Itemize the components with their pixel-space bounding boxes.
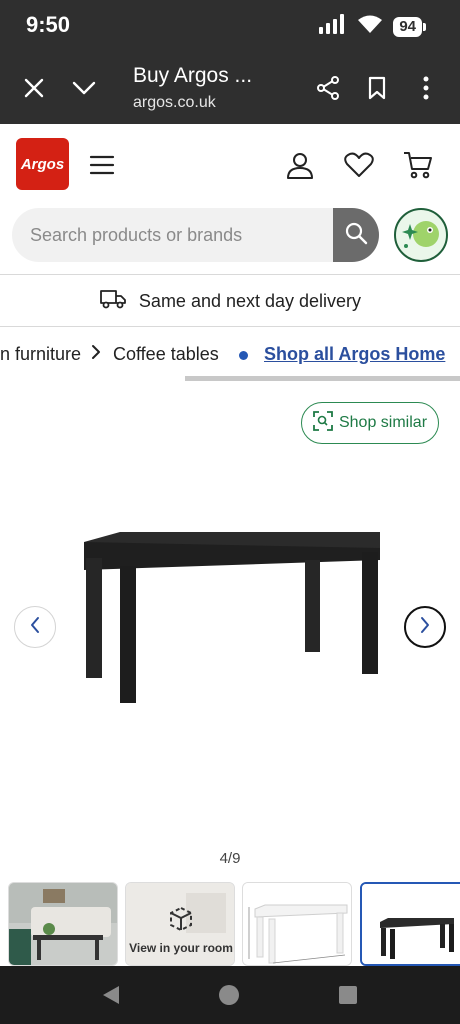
search-icon bbox=[344, 221, 368, 250]
browser-url[interactable]: argos.co.uk bbox=[133, 94, 216, 112]
chevron-down-icon[interactable] bbox=[70, 74, 98, 102]
carousel-prev-button[interactable] bbox=[14, 606, 56, 648]
site-header: Argos bbox=[0, 124, 460, 204]
search-bar bbox=[12, 208, 379, 262]
view-in-room-label: View in your room bbox=[129, 941, 233, 955]
status-icons: 94 bbox=[319, 14, 426, 39]
back-nav-icon[interactable] bbox=[100, 984, 122, 1006]
argos-logo[interactable]: Argos bbox=[16, 138, 69, 190]
divider bbox=[0, 326, 460, 327]
battery-icon: 94 bbox=[393, 16, 426, 37]
signal-icon bbox=[319, 14, 347, 39]
shop-similar-button[interactable]: Shop similar bbox=[301, 402, 439, 444]
ar-cube-icon bbox=[167, 905, 195, 938]
browser-page-title[interactable]: Buy Argos ... bbox=[133, 64, 252, 88]
heart-icon[interactable] bbox=[343, 150, 375, 180]
home-nav-icon[interactable] bbox=[218, 984, 240, 1006]
close-icon[interactable] bbox=[20, 74, 48, 102]
bookmark-icon[interactable] bbox=[363, 74, 391, 102]
chevron-right-icon bbox=[90, 344, 102, 365]
delivery-text: Same and next day delivery bbox=[138, 290, 362, 311]
breadcrumb: n furniture Coffee tables Shop all Argos… bbox=[0, 328, 460, 376]
search-input[interactable] bbox=[30, 208, 330, 262]
browser-toolbar: Buy Argos ... argos.co.uk bbox=[0, 52, 460, 124]
status-bar: 9:50 94 bbox=[0, 0, 460, 52]
battery-level: 94 bbox=[393, 16, 422, 37]
delivery-banner[interactable]: Same and next day delivery bbox=[0, 276, 460, 326]
thumbnail[interactable] bbox=[8, 882, 118, 966]
account-icon[interactable] bbox=[284, 150, 316, 180]
chevron-right-icon bbox=[419, 616, 431, 639]
thumbnail-selected[interactable] bbox=[360, 882, 460, 966]
more-vert-icon[interactable] bbox=[412, 74, 440, 102]
breadcrumb-item[interactable]: n furniture bbox=[0, 344, 81, 365]
thumbnail-strip: View in your room bbox=[0, 880, 460, 966]
share-icon[interactable] bbox=[314, 74, 342, 102]
truck-icon bbox=[99, 288, 127, 315]
breadcrumb-scrollbar[interactable] bbox=[185, 376, 460, 381]
ai-assistant-avatar[interactable] bbox=[394, 208, 448, 262]
cart-icon[interactable] bbox=[402, 150, 434, 180]
wifi-icon bbox=[357, 14, 383, 39]
thumbnail[interactable] bbox=[242, 882, 352, 966]
image-counter: 4/9 bbox=[219, 850, 241, 867]
product-image[interactable] bbox=[70, 500, 400, 720]
scan-icon bbox=[313, 410, 333, 436]
recents-nav-icon[interactable] bbox=[337, 984, 359, 1006]
shop-all-link[interactable]: Shop all Argos Home bbox=[264, 344, 445, 365]
menu-icon[interactable] bbox=[86, 150, 118, 180]
system-nav-bar bbox=[0, 966, 460, 1024]
thumbnail-view-in-room[interactable]: View in your room bbox=[125, 882, 235, 966]
status-time: 9:50 bbox=[26, 12, 71, 37]
shop-similar-label: Shop similar bbox=[338, 414, 428, 431]
breadcrumb-dot bbox=[239, 351, 248, 360]
chevron-left-icon bbox=[29, 616, 41, 639]
search-button[interactable] bbox=[333, 208, 379, 262]
carousel-next-button[interactable] bbox=[404, 606, 446, 648]
breadcrumb-item[interactable]: Coffee tables bbox=[113, 344, 219, 365]
divider bbox=[0, 274, 460, 275]
search-row bbox=[0, 204, 460, 274]
